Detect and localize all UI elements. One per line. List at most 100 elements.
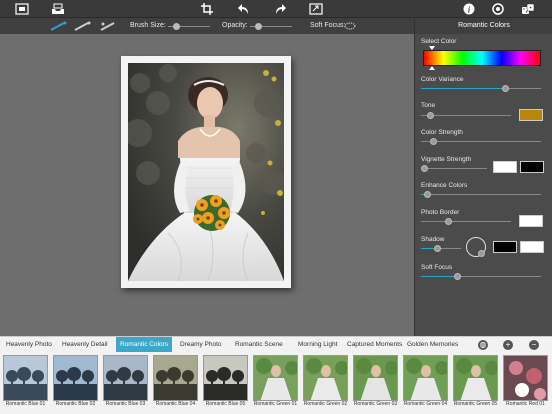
preset-thumbnail-label: Romantic Green 04 xyxy=(403,401,448,407)
preset-thumbnail[interactable]: Romantic Green 05 xyxy=(452,354,499,414)
frame-icon[interactable] xyxy=(14,2,30,16)
preset-thumbnail-image xyxy=(503,355,548,401)
preset-thumbnail-image xyxy=(3,355,48,401)
color-variance-knob[interactable] xyxy=(502,85,509,92)
tone-slider[interactable] xyxy=(421,112,511,119)
enhance-colors-label: Enhance Colors xyxy=(421,182,468,189)
preset-thumbnail-label: Romantic Green 02 xyxy=(303,401,348,407)
preset-thumbnail[interactable]: Romantic Red 01 xyxy=(502,354,549,414)
redo-icon[interactable] xyxy=(272,2,288,16)
brush-tool-icon[interactable] xyxy=(50,21,68,33)
globe-icon[interactable]: ◍ xyxy=(478,340,488,350)
color-variance-label: Color Variance xyxy=(421,76,464,83)
preset-thumbnail[interactable]: Romantic Blue 01 xyxy=(2,354,49,414)
tray-icon[interactable] xyxy=(50,2,66,16)
tab-romantic-colors[interactable]: Romantic Colors xyxy=(116,337,173,353)
color-strength-knob[interactable] xyxy=(430,138,437,145)
preset-thumbnail-label: Romantic Blue 03 xyxy=(105,401,146,407)
soft-focus-panel-label: Soft Focus xyxy=(421,264,453,271)
brush-size-knob[interactable] xyxy=(173,23,180,30)
preset-thumbnail[interactable]: Romantic Green 03 xyxy=(352,354,399,414)
preset-thumbnail-image xyxy=(153,355,198,401)
select-color-label: Select Color xyxy=(421,38,457,45)
tone-color-swatch[interactable] xyxy=(519,109,543,121)
color-strength-slider[interactable] xyxy=(421,138,541,145)
tone-knob[interactable] xyxy=(427,112,434,119)
preset-thumbnail[interactable]: Romantic Blue 05 xyxy=(202,354,249,414)
opacity-slider[interactable] xyxy=(250,23,292,30)
tab-heavenly-photo[interactable]: Heavenly Photo xyxy=(2,337,56,353)
color-spectrum-bar[interactable] xyxy=(423,50,541,66)
vignette-strength-label: Vignette Strength xyxy=(421,156,472,163)
soft-focus-slider[interactable] xyxy=(421,273,541,280)
preset-thumbnails: Romantic Blue 01 Romantic Blue 02 Romant… xyxy=(0,352,552,414)
tab-heavenly-detail[interactable]: Heavenly Detail xyxy=(58,337,112,353)
opacity-label: Opacity: xyxy=(222,22,248,29)
export-icon[interactable] xyxy=(308,2,324,16)
vignette-color-swatch-2[interactable] xyxy=(520,161,544,173)
tab-dreamy-photo[interactable]: Dreamy Photo xyxy=(176,337,226,353)
preset-thumbnail-label: Romantic Blue 05 xyxy=(205,401,246,407)
preset-thumbnail-image xyxy=(53,355,98,401)
editing-canvas[interactable] xyxy=(0,34,414,336)
shadow-knob[interactable] xyxy=(434,245,441,252)
soft-focus-icon[interactable] xyxy=(344,22,356,32)
settings-icon[interactable] xyxy=(490,2,506,16)
tab-golden-memories[interactable]: Golden Memories xyxy=(403,337,462,353)
color-marker-icon[interactable] xyxy=(429,46,435,50)
smudge-tool-icon[interactable] xyxy=(100,21,118,33)
shadow-slider[interactable] xyxy=(421,245,461,252)
preset-thumbnail-label: Romantic Green 03 xyxy=(353,401,398,407)
undo-icon[interactable] xyxy=(236,2,252,16)
color-variance-slider[interactable] xyxy=(421,85,541,92)
remove-icon[interactable]: − xyxy=(529,340,539,350)
tab-morning-light[interactable]: Morning Light xyxy=(294,337,341,353)
settings-panel: Romantic Colors Select Color Color Varia… xyxy=(414,18,552,336)
enhance-colors-knob[interactable] xyxy=(424,191,431,198)
preset-thumbnail[interactable]: Romantic Green 04 xyxy=(402,354,449,414)
brush-size-slider[interactable] xyxy=(168,23,210,30)
tone-label: Tone xyxy=(421,102,436,109)
tab-captured-moments[interactable]: Captured Moments xyxy=(343,337,406,353)
add-icon[interactable]: + xyxy=(503,340,513,350)
top-toolbar: i xyxy=(0,0,552,18)
preset-thumbnail[interactable]: Romantic Blue 03 xyxy=(102,354,149,414)
info-icon[interactable]: i xyxy=(461,2,477,16)
bride-photo[interactable] xyxy=(128,63,284,281)
soft-focus-knob[interactable] xyxy=(454,273,461,280)
photo-border-slider[interactable] xyxy=(421,218,511,225)
preset-thumbnail[interactable]: Romantic Green 01 xyxy=(252,354,299,414)
shadow-color-swatch-2[interactable] xyxy=(520,241,544,253)
brush-toolbar: Brush Size: Opacity: Soft Focus: xyxy=(0,18,414,34)
photo-border-color-swatch[interactable] xyxy=(519,215,543,227)
preset-thumbnail-image xyxy=(203,355,248,401)
shadow-direction-knob[interactable] xyxy=(478,250,485,257)
eraser-tool-icon[interactable] xyxy=(74,21,92,33)
preset-thumbnail-label: Romantic Blue 04 xyxy=(155,401,196,407)
photo-frame xyxy=(121,56,291,288)
photo-border-knob[interactable] xyxy=(445,218,452,225)
vignette-strength-knob[interactable] xyxy=(421,165,428,172)
preset-thumbnail-image xyxy=(103,355,148,401)
shadow-label: Shadow xyxy=(421,236,445,243)
preset-thumbnail-image xyxy=(453,355,498,401)
opacity-knob[interactable] xyxy=(255,23,262,30)
vignette-strength-slider[interactable] xyxy=(421,165,487,172)
crop-icon[interactable] xyxy=(200,2,216,16)
preset-thumbnail-label: Romantic Green 01 xyxy=(253,401,298,407)
preset-thumbnail-image xyxy=(403,355,448,401)
preset-thumbnail[interactable]: Romantic Blue 02 xyxy=(52,354,99,414)
soft-focus-label: Soft Focus: xyxy=(310,22,346,29)
preset-thumbnail[interactable]: Romantic Green 02 xyxy=(302,354,349,414)
preset-thumbnail[interactable]: Romantic Blue 04 xyxy=(152,354,199,414)
dice-icon[interactable] xyxy=(520,2,536,16)
enhance-colors-slider[interactable] xyxy=(421,191,541,198)
preset-thumbnail-image xyxy=(303,355,348,401)
vignette-color-swatch-1[interactable] xyxy=(493,161,517,173)
shadow-color-swatch-1[interactable] xyxy=(493,241,517,253)
color-marker-bottom-icon xyxy=(429,66,435,70)
tab-romantic-scene[interactable]: Romantic Scene xyxy=(231,337,287,353)
preset-thumbnail-image xyxy=(253,355,298,401)
preset-thumbnail-image xyxy=(353,355,398,401)
filter-category-tabs: Heavenly Photo Heavenly Detail Romantic … xyxy=(0,336,552,353)
